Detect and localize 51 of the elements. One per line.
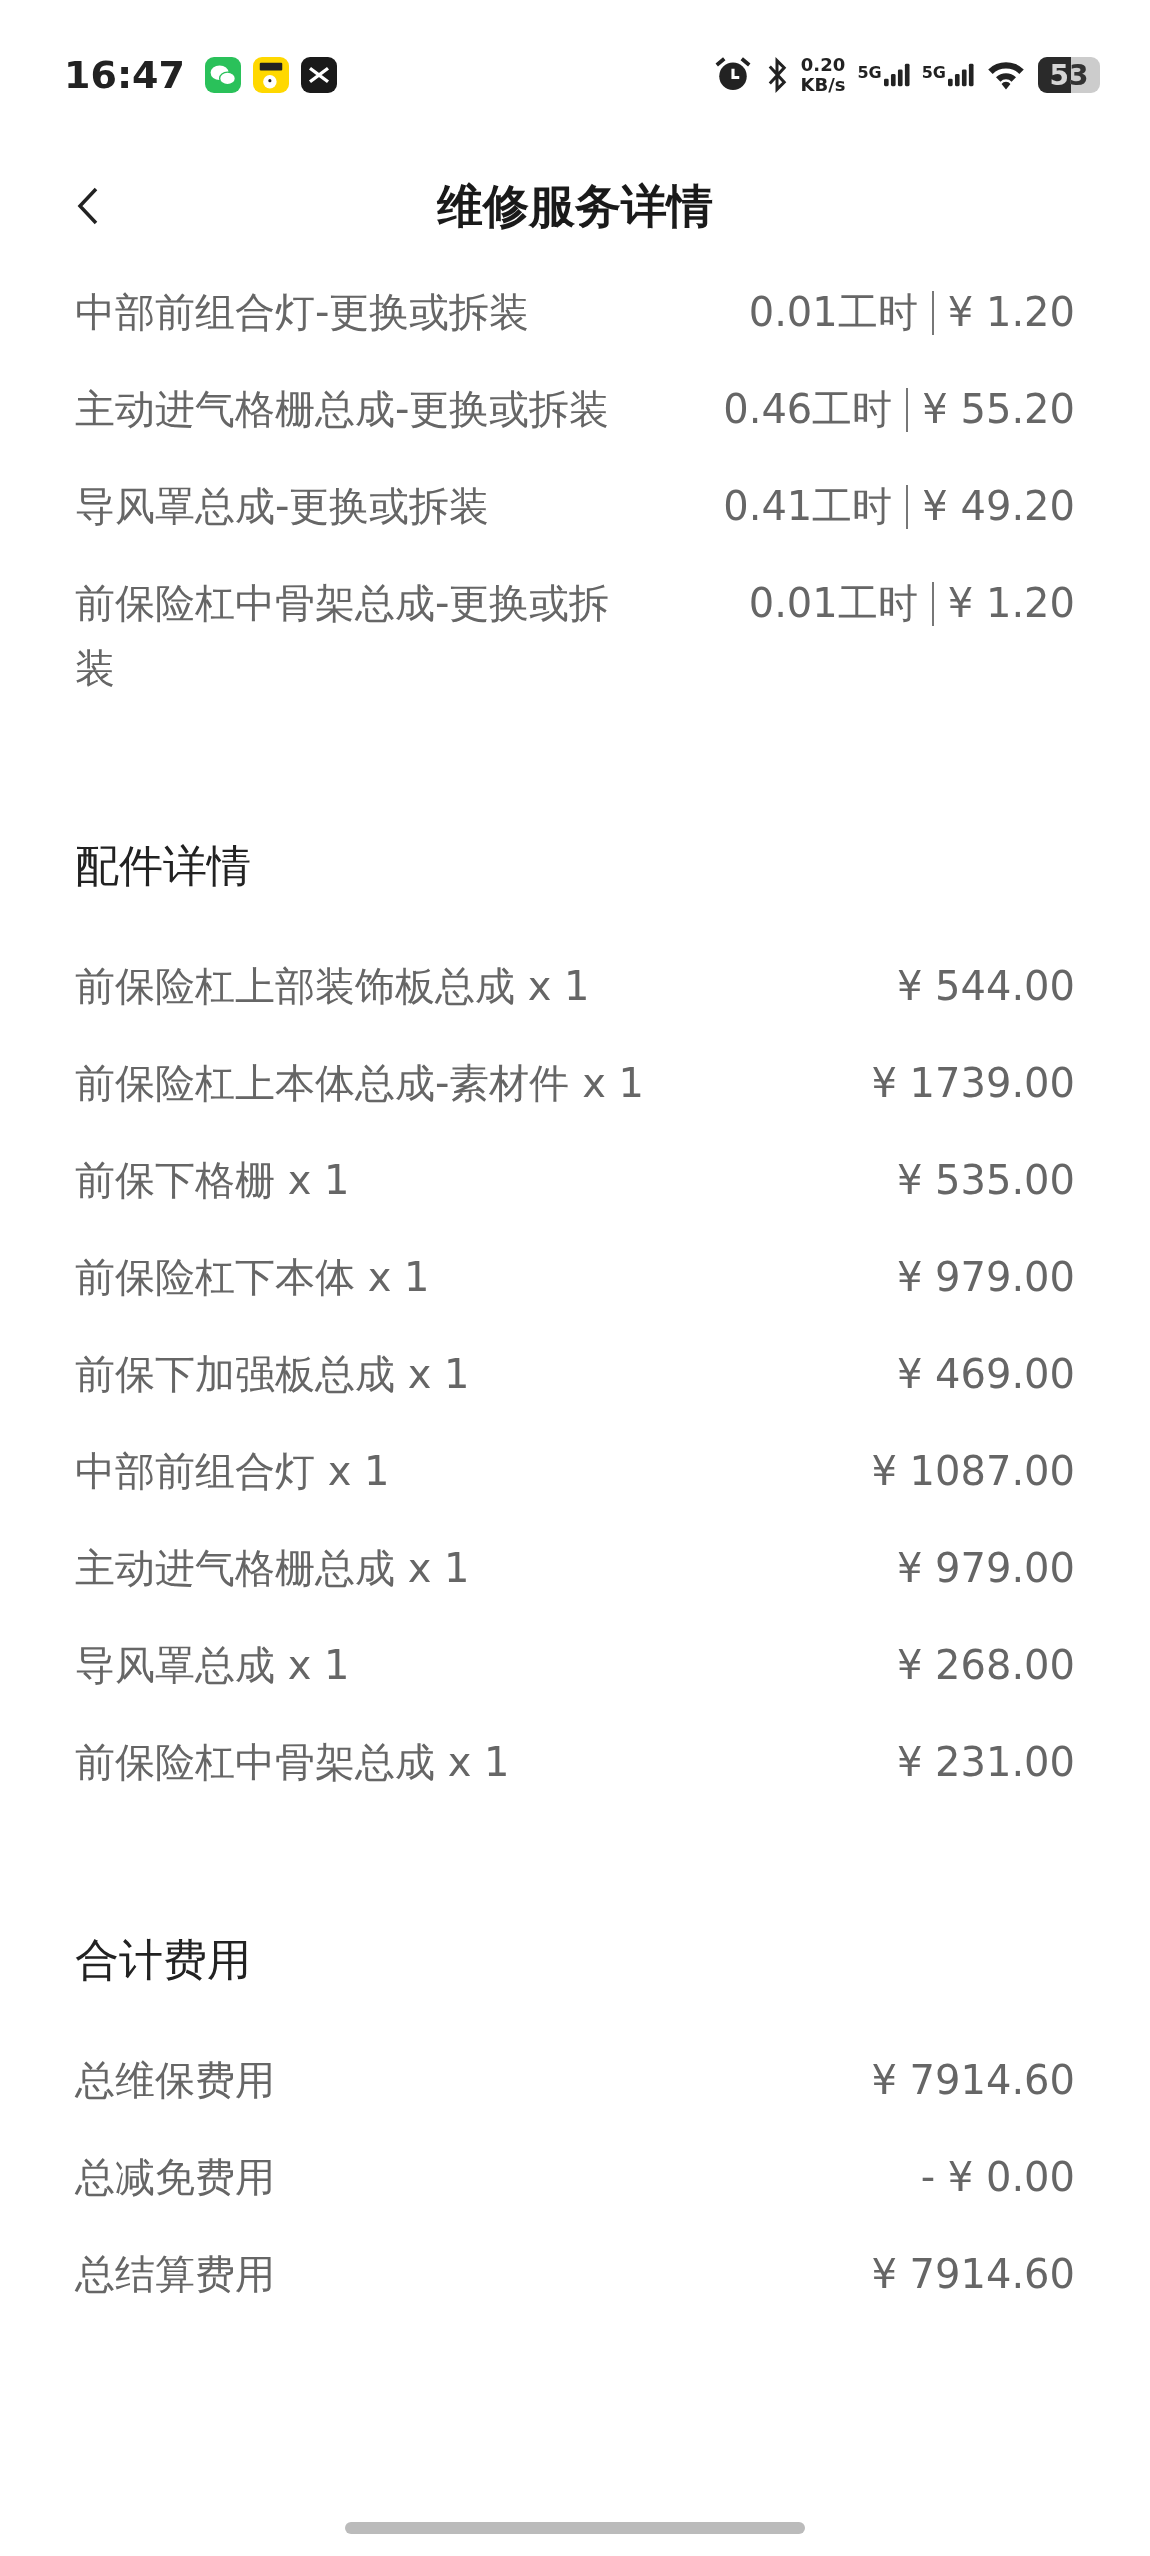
item-name: 前保下加强板总成 x 1 [75,1350,470,1399]
item-name: 总结算费用 [75,2250,275,2299]
item-name: 前保险杠中骨架总成 x 1 [75,1738,510,1787]
labor-item-name: 中部前组合灯-更换或拆装 [75,288,531,337]
page-title: 维修服务详情 [437,178,713,235]
signal-icon [948,63,974,87]
duck-app-icon [252,57,289,93]
item-price: - ¥ 0.00 [920,2153,1075,2202]
item-price: ¥ 544.00 [896,962,1075,1011]
item-price: ¥ 7914.60 [871,2056,1075,2105]
item-price: ¥ 7914.60 [871,2250,1075,2299]
item-name: 中部前组合灯 x 1 [75,1447,390,1496]
item-price: ¥ 1739.00 [871,1059,1075,1108]
network-type: 5G [921,63,946,82]
item-price: ¥ 535.00 [896,1156,1075,1205]
section-title: 配件详情 [74,839,252,893]
signal-icon [883,63,910,87]
item-price: ¥ 469.00 [896,1350,1075,1399]
labor-item-name: 前保险杠中骨架总成-更换或拆装 [75,579,611,693]
item-price: ¥ 979.00 [896,1544,1075,1593]
section-title: 合计费用 [74,1933,252,1987]
chat-app-icon [204,57,241,93]
status-time: 16:47 [64,53,185,97]
item-name: 导风罩总成 x 1 [75,1641,350,1690]
net-speed: 0.20 [800,55,846,75]
item-name: 总维保费用 [75,2056,275,2105]
wifi-icon [986,59,1026,91]
item-price: ¥ 979.00 [896,1253,1075,1302]
labor-hours: 0.01工时 [748,288,918,337]
labor-price: ¥ 49.20 [922,482,1075,531]
item-price: ¥ 1087.00 [871,1447,1075,1496]
labor-hours: 0.41工时 [723,482,893,531]
x-app-icon [300,57,337,93]
labor-price: ¥ 1.20 [947,579,1075,628]
item-name: 总减免费用 [75,2153,275,2202]
item-price: ¥ 231.00 [896,1738,1075,1787]
item-name: 主动进气格栅总成 x 1 [75,1544,470,1593]
labor-item-name: 主动进气格栅总成-更换或拆装 [75,385,611,434]
item-name: 前保险杠上本体总成-素材件 x 1 [75,1059,644,1108]
labor-item-name: 导风罩总成-更换或拆装 [75,482,491,531]
network-type: 5G [857,63,882,82]
labor-price: ¥ 55.20 [922,385,1075,434]
item-name: 前保险杠下本体 x 1 [75,1253,430,1302]
labor-hours: 0.46工时 [723,385,893,434]
labor-hours: 0.01工时 [748,579,918,628]
back-icon[interactable] [76,186,100,226]
item-price: ¥ 268.00 [896,1641,1075,1690]
item-name: 前保下格栅 x 1 [75,1156,350,1205]
item-name: 前保险杠上部装饰板总成 x 1 [75,962,590,1011]
labor-price: ¥ 1.20 [947,288,1075,337]
net-unit: KB/s [800,75,846,95]
